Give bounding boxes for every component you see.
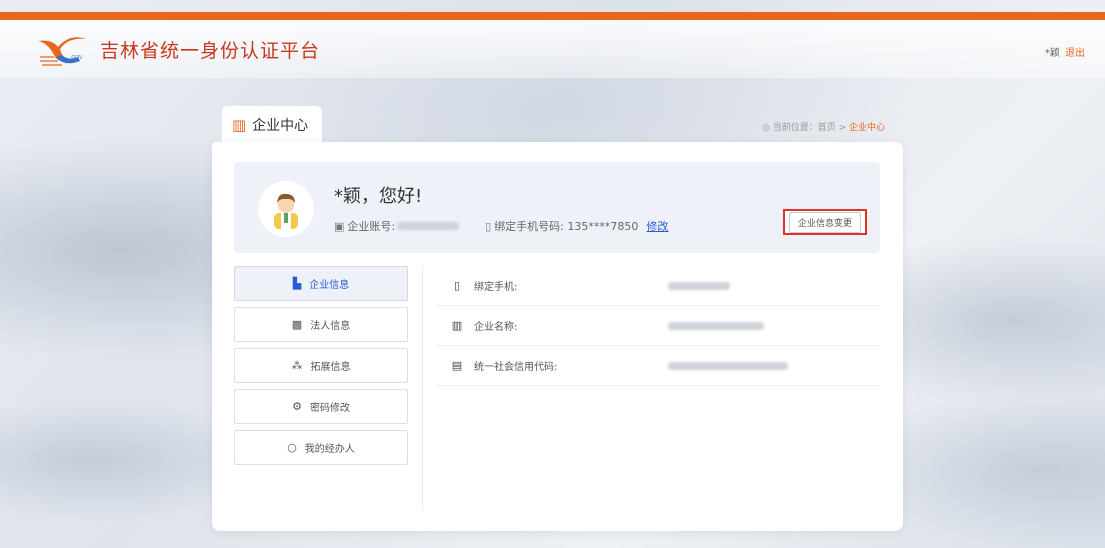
phone-icon: ▯ [453,279,461,292]
account-value-redacted [397,222,460,230]
phone-label: 绑定手机号码: 135****7850 [494,220,639,233]
site-header: .GOV 吉林省统一身份认证平台 *颖 退出 [0,20,1105,78]
menu-item-label: 法人信息 [310,321,351,332]
phone-icon: ▯ [485,219,492,233]
detail-row-credit-code: ▤ 统一社会信用代码: [436,346,880,386]
card-icon: ▤ [451,359,463,372]
breadcrumb-prefix: ◎ 当前位置： [762,123,818,133]
menu-item-label: 我的经办人 [304,444,355,455]
profile-info: ▣ 企业账号: ▯ 绑定手机号码: 135****7850 修改 [334,218,668,234]
site-title: 吉林省统一身份认证平台 [100,39,321,62]
top-accent-bar [0,12,1105,20]
detail-value-redacted [668,281,730,290]
tab-label: 企业中心 [252,118,309,134]
highlight-box: 企业信息变更 [783,209,867,235]
detail-row-phone: ▯ 绑定手机: [436,266,880,306]
menu-item-enterprise-info[interactable]: ▙ 企业信息 [234,266,408,301]
menu-item-password[interactable]: ⚙ 密码修改 [234,389,408,424]
side-menu: ▙ 企业信息 ▩ 法人信息 ⁂ 拓展信息 ⚙ 密码修改 ○ 我的经办人 [234,266,408,471]
building-icon: ▥ [232,116,247,134]
logout-link[interactable]: 退出 [1065,48,1085,59]
account-label: 企业账号: [347,220,396,233]
id-card-icon: ▣ [334,219,345,233]
breadcrumb-home[interactable]: 首页 [818,123,836,133]
id-card-icon: ▩ [291,318,303,331]
change-enterprise-info-button[interactable]: 企业信息变更 [788,211,861,233]
menu-item-label: 密码修改 [309,403,350,414]
detail-value-redacted [668,321,764,330]
breadcrumb-separator: > [835,123,849,133]
menu-item-label: 拓展信息 [310,362,351,373]
detail-label: 统一社会信用代码: [474,362,558,373]
settings-icon: ⚙ [292,400,302,413]
menu-item-legal-person[interactable]: ▩ 法人信息 [234,307,408,342]
menu-item-extended-info[interactable]: ⁂ 拓展信息 [234,348,408,383]
logo-icon: .GOV [34,27,92,71]
avatar [258,181,314,237]
greeting-text: *颖，您好! [334,186,423,207]
detail-row-company-name: ▥ 企业名称: [436,306,880,346]
detail-value-redacted [668,361,788,370]
user-area: *颖 退出 [1045,44,1085,59]
svg-text:.GOV: .GOV [70,55,83,61]
breadcrumb: ◎ 当前位置：首页 > 企业中心 [762,120,885,133]
breadcrumb-current: 企业中心 [849,123,886,133]
building-icon: ▥ [451,319,463,332]
circle-icon: ○ [287,441,297,454]
building-icon: ▙ [292,277,302,290]
edit-phone-link[interactable]: 修改 [646,218,668,234]
share-icon: ⁂ [291,359,303,372]
detail-label: 绑定手机: [474,282,518,293]
vertical-divider [422,266,423,510]
menu-item-label: 企业信息 [309,280,350,291]
user-name: *颖 [1044,48,1060,59]
detail-label: 企业名称: [474,322,518,333]
profile-panel: *颖，您好! ▣ 企业账号: ▯ 绑定手机号码: 135****7850 修改 … [234,162,880,253]
tab-enterprise-center[interactable]: ▥ 企业中心 [222,106,322,144]
menu-item-my-agent[interactable]: ○ 我的经办人 [234,430,408,465]
